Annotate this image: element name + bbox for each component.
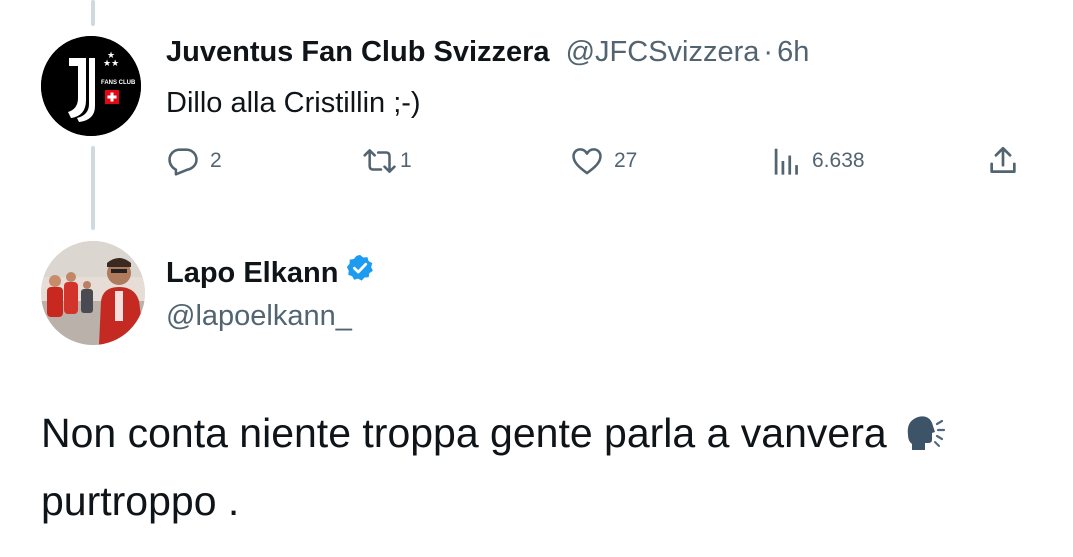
like-button[interactable]: 27 (570, 144, 637, 178)
profile-photo (41, 241, 145, 345)
reply-handle[interactable]: @JFCSvizzera (566, 36, 760, 68)
main-text-continued: purtroppo . (41, 478, 240, 524)
reply-time[interactable]: 6h (777, 36, 809, 68)
verified-badge-icon[interactable] (345, 253, 375, 292)
verified-icon (347, 254, 374, 281)
share-button[interactable] (986, 144, 1020, 178)
share-icon (990, 146, 1016, 173)
reply-count: 2 (210, 149, 222, 172)
main-handle[interactable]: @lapoelkann_ (166, 298, 352, 334)
reply-icon (168, 148, 198, 176)
reply-header: Juventus Fan Club Svizzera @JFCSvizzera ·… (166, 34, 809, 70)
like-count: 27 (614, 149, 638, 172)
reply-text: Dillo alla Cristillin ;-) (166, 87, 421, 119)
views-icon (774, 148, 798, 175)
retweet-icon (363, 149, 396, 173)
reply-button[interactable]: 2 (166, 144, 222, 178)
main-author-row: Lapo Elkann (166, 253, 375, 292)
speaking-head-emoji (907, 416, 946, 450)
reply-author-name[interactable]: Juventus Fan Club Svizzera (166, 36, 550, 68)
retweet-count: 1 (400, 149, 412, 172)
speaking-head-icon (904, 408, 946, 470)
meta-separator: · (763, 36, 774, 68)
main-author-name[interactable]: Lapo Elkann (166, 255, 338, 291)
retweet-button[interactable]: 1 (362, 144, 412, 178)
jfc-avatar[interactable]: ★★ ★ FANS CLUB (41, 36, 141, 136)
heart-icon (572, 148, 602, 175)
main-text-line: Non conta niente troppa gente parla a va… (41, 410, 887, 456)
views-button[interactable]: 6.638 (772, 144, 865, 178)
svg-text:★: ★ (107, 51, 115, 61)
lapo-elkann-avatar[interactable] (41, 241, 145, 345)
main-tweet-text: Non conta niente troppa gente parla a va… (41, 402, 1051, 532)
thread-line (91, 146, 95, 230)
juventus-fan-club-logo: ★★ ★ FANS CLUB (41, 36, 141, 136)
views-count: 6.638 (812, 149, 865, 172)
thread-line-top (91, 0, 95, 26)
logo-text: FANS CLUB (101, 80, 136, 86)
